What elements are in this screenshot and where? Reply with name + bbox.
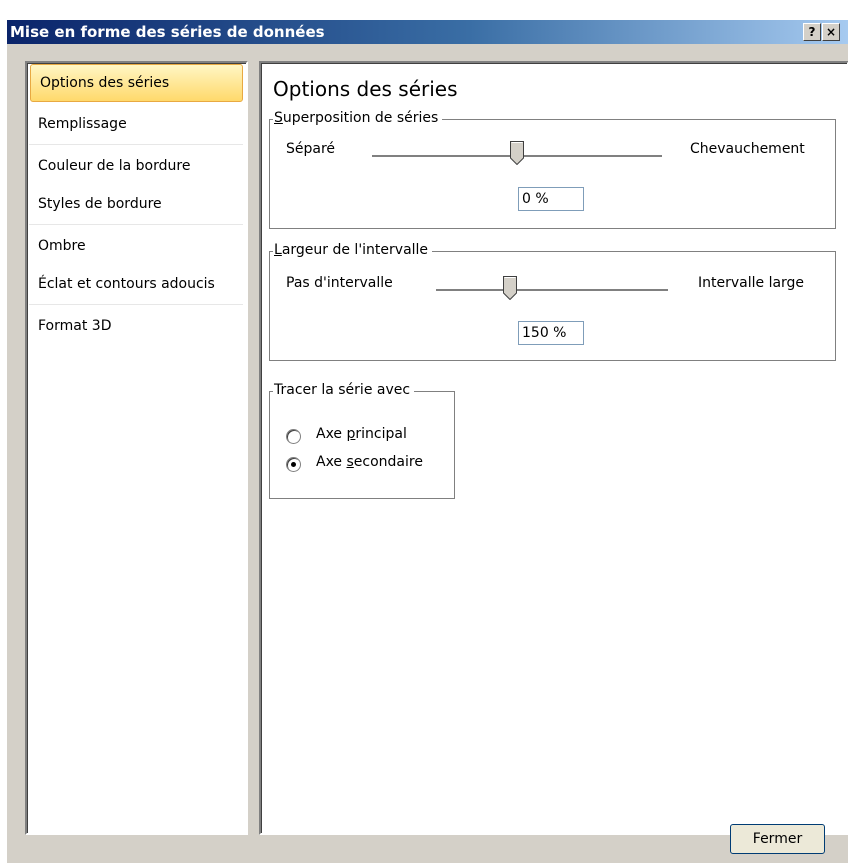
title-bar: Mise en forme des séries de données ? × bbox=[7, 20, 848, 44]
primary-axis-radio[interactable] bbox=[286, 429, 301, 444]
sidebar-divider bbox=[29, 224, 243, 225]
close-icon[interactable]: × bbox=[822, 23, 840, 41]
category-list: Options des séries Remplissage Couleur d… bbox=[25, 61, 248, 835]
overlap-max-label: Chevauchement bbox=[690, 141, 805, 157]
overlap-legend: Superposition de séries bbox=[273, 110, 443, 126]
overlap-min-label: Séparé bbox=[286, 141, 336, 157]
help-button[interactable]: ? bbox=[803, 23, 821, 41]
sidebar-item-fill[interactable]: Remplissage bbox=[29, 106, 241, 142]
radio-selected-dot bbox=[291, 462, 296, 467]
sidebar-item-glow-soft-edges[interactable]: Éclat et contours adoucis bbox=[29, 266, 241, 302]
sidebar-item-border-color[interactable]: Couleur de la bordure bbox=[29, 148, 241, 184]
panel-title: Options des séries bbox=[273, 77, 458, 101]
gap-width-legend: Largeur de l'intervalle bbox=[273, 242, 433, 258]
sidebar-item-border-styles[interactable]: Styles de bordure bbox=[29, 186, 241, 222]
overlap-value-field[interactable]: 0 % bbox=[518, 187, 584, 211]
sidebar-item-3d-format[interactable]: Format 3D bbox=[29, 308, 241, 344]
format-data-series-dialog: Mise en forme des séries de données ? × … bbox=[7, 20, 848, 863]
close-button[interactable]: Fermer bbox=[730, 824, 825, 854]
window-title: Mise en forme des séries de données bbox=[10, 23, 325, 41]
overlap-slider-thumb[interactable] bbox=[510, 141, 524, 165]
plot-axis-legend: Tracer la série avec bbox=[273, 382, 415, 398]
sidebar-item-shadow[interactable]: Ombre bbox=[29, 228, 241, 264]
gap-slider-track[interactable] bbox=[436, 289, 668, 292]
sidebar-item-series-options[interactable]: Options des séries bbox=[30, 64, 243, 102]
secondary-axis-radio[interactable] bbox=[286, 457, 301, 472]
sidebar-divider bbox=[29, 304, 243, 305]
primary-axis-label[interactable]: Axe principal bbox=[316, 426, 407, 442]
gap-max-label: Intervalle large bbox=[698, 275, 805, 291]
sidebar-divider bbox=[29, 144, 243, 145]
gap-min-label: Pas d'intervalle bbox=[286, 275, 393, 291]
gap-value-field[interactable]: 150 % bbox=[518, 321, 584, 345]
secondary-axis-label[interactable]: Axe secondaire bbox=[316, 454, 423, 470]
series-options-panel: Options des séries Superposition de séri… bbox=[259, 61, 848, 835]
gap-slider-thumb[interactable] bbox=[503, 276, 517, 300]
overlap-group: Superposition de séries Séparé Chevauche… bbox=[269, 110, 836, 229]
gap-width-group: Largeur de l'intervalle Pas d'intervalle… bbox=[269, 242, 836, 361]
plot-axis-group: Tracer la série avec Axe principal Axe s… bbox=[269, 382, 455, 499]
